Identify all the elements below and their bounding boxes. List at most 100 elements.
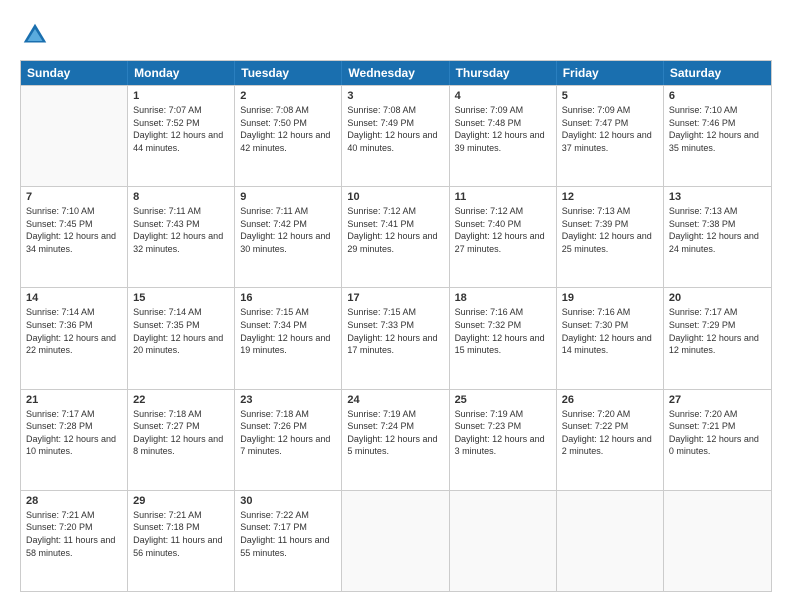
cell-day-number: 3: [347, 90, 443, 102]
cell-info: Sunrise: 7:12 AM Sunset: 7:41 PM Dayligh…: [347, 205, 443, 255]
cell-day-number: 6: [669, 90, 766, 102]
calendar-week-0: 1Sunrise: 7:07 AM Sunset: 7:52 PM Daylig…: [21, 85, 771, 186]
cell-info: Sunrise: 7:16 AM Sunset: 7:32 PM Dayligh…: [455, 306, 551, 356]
cell-info: Sunrise: 7:13 AM Sunset: 7:39 PM Dayligh…: [562, 205, 658, 255]
calendar-cell-empty-0: [21, 86, 128, 186]
calendar-cell-12: 12 Sunrise: 7:13 AM Sunset: 7:39 PM Dayli…: [557, 187, 664, 287]
calendar-cell-15: 15Sunrise: 7:14 AM Sunset: 7:35 PM Dayli…: [128, 288, 235, 388]
calendar-cell-14: 14 Sunrise: 7:14 AM Sunset: 7:36 PM Dayli…: [21, 288, 128, 388]
calendar-cell-18: 18 Sunrise: 7:16 AM Sunset: 7:32 PM Dayli…: [450, 288, 557, 388]
header-day-sunday: Sunday: [21, 61, 128, 85]
cell-day-number: 9: [240, 191, 336, 203]
calendar-cell-3: 3 Sunrise: 7:08 AM Sunset: 7:49 PM Daylig…: [342, 86, 449, 186]
cell-day-number: 27: [669, 394, 766, 406]
cell-day-number: 22: [133, 394, 229, 406]
page-header: [20, 20, 772, 50]
calendar-cell-7: 7 Sunrise: 7:10 AM Sunset: 7:45 PM Daylig…: [21, 187, 128, 287]
cell-info: Sunrise: 7:19 AM Sunset: 7:23 PM Dayligh…: [455, 408, 551, 458]
cell-info: Sunrise: 7:18 AM Sunset: 7:27 PM Dayligh…: [133, 408, 229, 458]
calendar-cell-13: 13 Sunrise: 7:13 AM Sunset: 7:38 PM Dayli…: [664, 187, 771, 287]
cell-day-number: 18: [455, 292, 551, 304]
cell-info: Sunrise: 7:08 AM Sunset: 7:49 PM Dayligh…: [347, 104, 443, 154]
cell-day-number: 16: [240, 292, 336, 304]
cell-day-number: 11: [455, 191, 551, 203]
cell-day-number: 13: [669, 191, 766, 203]
cell-info: Sunrise: 7:21 AM Sunset: 7:18 PM Dayligh…: [133, 509, 229, 559]
calendar-week-2: 14 Sunrise: 7:14 AM Sunset: 7:36 PM Dayli…: [21, 287, 771, 388]
cell-info: Sunrise: 7:15 AM Sunset: 7:34 PM Dayligh…: [240, 306, 336, 356]
calendar-cell-empty-4: [450, 491, 557, 591]
calendar-cell-empty-5: [557, 491, 664, 591]
calendar-cell-11: 11 Sunrise: 7:12 AM Sunset: 7:40 PM Dayli…: [450, 187, 557, 287]
cell-info: Sunrise: 7:19 AM Sunset: 7:24 PM Dayligh…: [347, 408, 443, 458]
cell-day-number: 8: [133, 191, 229, 203]
header-day-friday: Friday: [557, 61, 664, 85]
calendar-cell-2: 2 Sunrise: 7:08 AM Sunset: 7:50 PM Daylig…: [235, 86, 342, 186]
calendar-cell-23: 23 Sunrise: 7:18 AM Sunset: 7:26 PM Dayli…: [235, 390, 342, 490]
calendar-cell-27: 27 Sunrise: 7:20 AM Sunset: 7:21 PM Dayli…: [664, 390, 771, 490]
calendar-cell-29: 29Sunrise: 7:21 AM Sunset: 7:18 PM Dayli…: [128, 491, 235, 591]
calendar-cell-21: 21 Sunrise: 7:17 AM Sunset: 7:28 PM Dayli…: [21, 390, 128, 490]
cell-info: Sunrise: 7:10 AM Sunset: 7:45 PM Dayligh…: [26, 205, 122, 255]
cell-info: Sunrise: 7:10 AM Sunset: 7:46 PM Dayligh…: [669, 104, 766, 154]
calendar: SundayMondayTuesdayWednesdayThursdayFrid…: [20, 60, 772, 592]
calendar-cell-10: 10 Sunrise: 7:12 AM Sunset: 7:41 PM Dayli…: [342, 187, 449, 287]
logo: [20, 20, 56, 50]
cell-info: Sunrise: 7:21 AM Sunset: 7:20 PM Dayligh…: [26, 509, 122, 559]
cell-day-number: 4: [455, 90, 551, 102]
cell-info: Sunrise: 7:08 AM Sunset: 7:50 PM Dayligh…: [240, 104, 336, 154]
cell-info: Sunrise: 7:18 AM Sunset: 7:26 PM Dayligh…: [240, 408, 336, 458]
cell-day-number: 24: [347, 394, 443, 406]
header-day-monday: Monday: [128, 61, 235, 85]
cell-info: Sunrise: 7:16 AM Sunset: 7:30 PM Dayligh…: [562, 306, 658, 356]
calendar-cell-22: 22 Sunrise: 7:18 AM Sunset: 7:27 PM Dayli…: [128, 390, 235, 490]
cell-info: Sunrise: 7:09 AM Sunset: 7:47 PM Dayligh…: [562, 104, 658, 154]
cell-day-number: 17: [347, 292, 443, 304]
cell-day-number: 12: [562, 191, 658, 203]
cell-day-number: 21: [26, 394, 122, 406]
calendar-cell-6: 6 Sunrise: 7:10 AM Sunset: 7:46 PM Daylig…: [664, 86, 771, 186]
cell-day-number: 23: [240, 394, 336, 406]
cell-day-number: 5: [562, 90, 658, 102]
calendar-cell-25: 25 Sunrise: 7:19 AM Sunset: 7:23 PM Dayli…: [450, 390, 557, 490]
calendar-cell-30: 30Sunrise: 7:22 AM Sunset: 7:17 PM Dayli…: [235, 491, 342, 591]
calendar-cell-empty-3: [342, 491, 449, 591]
calendar-cell-17: 17 Sunrise: 7:15 AM Sunset: 7:33 PM Dayli…: [342, 288, 449, 388]
cell-info: Sunrise: 7:09 AM Sunset: 7:48 PM Dayligh…: [455, 104, 551, 154]
cell-info: Sunrise: 7:20 AM Sunset: 7:22 PM Dayligh…: [562, 408, 658, 458]
calendar-week-1: 7 Sunrise: 7:10 AM Sunset: 7:45 PM Daylig…: [21, 186, 771, 287]
calendar-week-3: 21 Sunrise: 7:17 AM Sunset: 7:28 PM Dayli…: [21, 389, 771, 490]
cell-info: Sunrise: 7:20 AM Sunset: 7:21 PM Dayligh…: [669, 408, 766, 458]
calendar-cell-empty-6: [664, 491, 771, 591]
cell-day-number: 7: [26, 191, 122, 203]
calendar-cell-8: 8Sunrise: 7:11 AM Sunset: 7:43 PM Daylig…: [128, 187, 235, 287]
cell-day-number: 14: [26, 292, 122, 304]
cell-day-number: 10: [347, 191, 443, 203]
calendar-cell-26: 26 Sunrise: 7:20 AM Sunset: 7:22 PM Dayli…: [557, 390, 664, 490]
cell-day-number: 25: [455, 394, 551, 406]
cell-day-number: 2: [240, 90, 336, 102]
calendar-cell-28: 28 Sunrise: 7:21 AM Sunset: 7:20 PM Dayli…: [21, 491, 128, 591]
cell-day-number: 30: [240, 495, 336, 507]
calendar-week-4: 28 Sunrise: 7:21 AM Sunset: 7:20 PM Dayli…: [21, 490, 771, 591]
calendar-body: 1Sunrise: 7:07 AM Sunset: 7:52 PM Daylig…: [21, 85, 771, 591]
cell-info: Sunrise: 7:13 AM Sunset: 7:38 PM Dayligh…: [669, 205, 766, 255]
logo-icon: [20, 20, 50, 50]
calendar-header: SundayMondayTuesdayWednesdayThursdayFrid…: [21, 61, 771, 85]
calendar-cell-1: 1Sunrise: 7:07 AM Sunset: 7:52 PM Daylig…: [128, 86, 235, 186]
header-day-tuesday: Tuesday: [235, 61, 342, 85]
header-day-thursday: Thursday: [450, 61, 557, 85]
cell-info: Sunrise: 7:14 AM Sunset: 7:36 PM Dayligh…: [26, 306, 122, 356]
calendar-cell-4: 4 Sunrise: 7:09 AM Sunset: 7:48 PM Daylig…: [450, 86, 557, 186]
cell-info: Sunrise: 7:17 AM Sunset: 7:29 PM Dayligh…: [669, 306, 766, 356]
cell-info: Sunrise: 7:11 AM Sunset: 7:42 PM Dayligh…: [240, 205, 336, 255]
cell-day-number: 26: [562, 394, 658, 406]
calendar-cell-16: 16 Sunrise: 7:15 AM Sunset: 7:34 PM Dayli…: [235, 288, 342, 388]
cell-info: Sunrise: 7:17 AM Sunset: 7:28 PM Dayligh…: [26, 408, 122, 458]
calendar-cell-19: 19Sunrise: 7:16 AM Sunset: 7:30 PM Dayli…: [557, 288, 664, 388]
cell-info: Sunrise: 7:14 AM Sunset: 7:35 PM Dayligh…: [133, 306, 229, 356]
cell-info: Sunrise: 7:12 AM Sunset: 7:40 PM Dayligh…: [455, 205, 551, 255]
cell-day-number: 20: [669, 292, 766, 304]
cell-day-number: 28: [26, 495, 122, 507]
cell-info: Sunrise: 7:15 AM Sunset: 7:33 PM Dayligh…: [347, 306, 443, 356]
